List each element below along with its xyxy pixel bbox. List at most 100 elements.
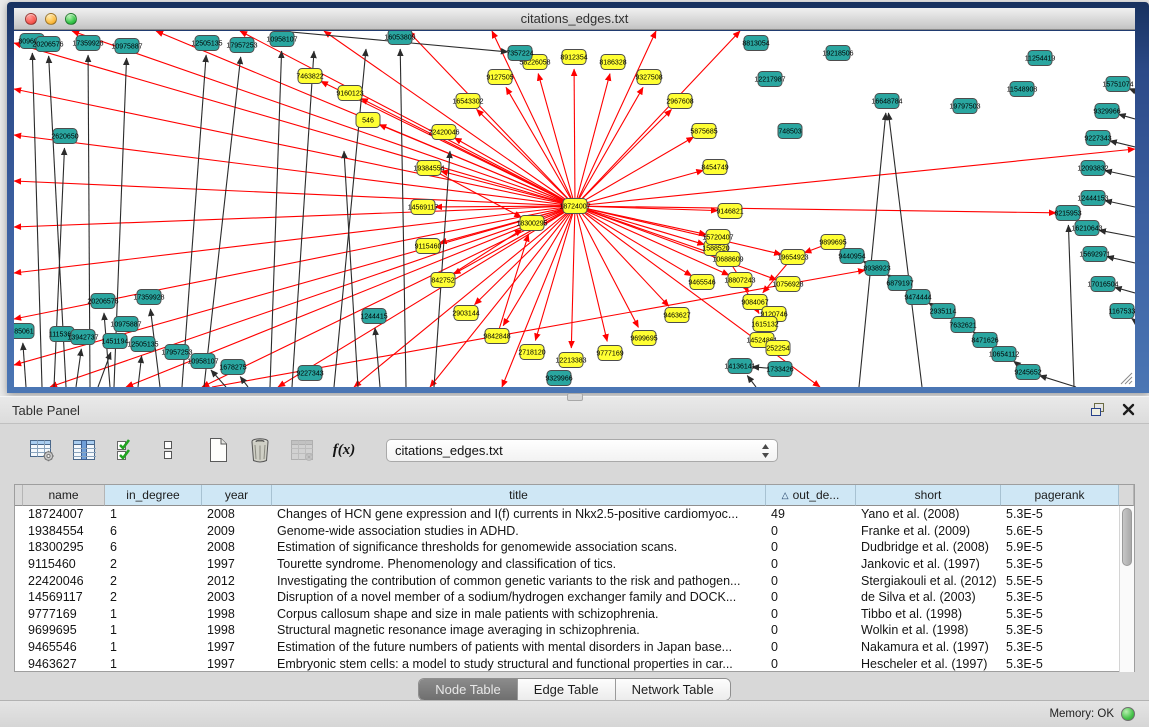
network-node[interactable]: 9146821 bbox=[716, 204, 743, 219]
table-cell[interactable]: 2008 bbox=[202, 507, 272, 521]
panel-divider-grip[interactable] bbox=[567, 393, 583, 401]
network-node[interactable]: 8454749 bbox=[701, 160, 728, 175]
table-cell[interactable]: 5.3E-5 bbox=[1001, 623, 1119, 637]
table-cell[interactable]: 2 bbox=[105, 590, 202, 604]
network-node[interactable]: 12444153 bbox=[1077, 191, 1108, 206]
table-cell[interactable]: Corpus callosum shape and size in male p… bbox=[272, 607, 766, 621]
table-row[interactable]: 911546021997Tourette syndrome. Phenomeno… bbox=[15, 556, 1119, 573]
table-cell[interactable]: 1998 bbox=[202, 623, 272, 637]
network-node[interactable]: 13942737 bbox=[67, 330, 98, 345]
network-node[interactable]: 1678275 bbox=[219, 360, 246, 375]
table-cell[interactable]: 5.3E-5 bbox=[1001, 590, 1119, 604]
network-node[interactable]: 18724007 bbox=[559, 199, 590, 214]
table-row[interactable]: 1872400712008Changes of HCN gene express… bbox=[15, 506, 1119, 523]
column-header-year[interactable]: year bbox=[202, 485, 272, 506]
column-header-pagerank[interactable]: pagerank bbox=[1001, 485, 1119, 506]
table-cell[interactable]: Estimation of the future numbers of pati… bbox=[272, 640, 766, 654]
table-cell[interactable]: 14569117 bbox=[23, 590, 105, 604]
network-node[interactable]: 10756928 bbox=[772, 277, 803, 292]
network-node[interactable]: 6879197 bbox=[886, 276, 913, 291]
memory-status-indicator[interactable] bbox=[1121, 707, 1135, 721]
table-cell[interactable]: Disruption of a novel member of a sodium… bbox=[272, 590, 766, 604]
network-node[interactable]: 9245652 bbox=[1014, 365, 1041, 380]
show-rows-button[interactable] bbox=[154, 436, 182, 464]
network-node[interactable]: 8215953 bbox=[1054, 206, 1081, 221]
network-node[interactable]: 785061 bbox=[14, 324, 34, 339]
table-cell[interactable]: 0 bbox=[766, 557, 856, 571]
network-node[interactable]: 9227343 bbox=[1084, 131, 1111, 146]
table-cell[interactable]: 9463627 bbox=[23, 657, 105, 671]
network-node[interactable]: 15751074 bbox=[1102, 77, 1133, 92]
network-node[interactable]: 8912354 bbox=[560, 50, 587, 65]
column-header-in_degree[interactable]: in_degree bbox=[105, 485, 202, 506]
network-node[interactable]: 18300295 bbox=[516, 216, 547, 231]
select-column-button[interactable] bbox=[70, 436, 98, 464]
network-window-titlebar[interactable]: citations_edges.txt bbox=[14, 8, 1135, 30]
network-node[interactable]: 19218506 bbox=[822, 46, 853, 61]
network-node[interactable]: 16210643 bbox=[1071, 221, 1102, 236]
table-cell[interactable]: 5.9E-5 bbox=[1001, 540, 1119, 554]
network-node[interactable]: 16543302 bbox=[452, 94, 483, 109]
network-node[interactable]: 842752 bbox=[431, 273, 455, 288]
table-cell[interactable]: Jankovic et al. (1997) bbox=[856, 557, 1001, 571]
network-node[interactable]: 2903144 bbox=[452, 306, 479, 321]
network-node[interactable]: 19797503 bbox=[949, 99, 980, 114]
table-cell[interactable]: 9777169 bbox=[23, 607, 105, 621]
network-node[interactable]: 252254 bbox=[766, 341, 790, 356]
table-cell[interactable]: 2 bbox=[105, 574, 202, 588]
close-panel-icon[interactable] bbox=[1122, 403, 1135, 416]
table-cell[interactable]: 5.3E-5 bbox=[1001, 657, 1119, 671]
table-cell[interactable]: 2 bbox=[105, 557, 202, 571]
table-cell[interactable]: 0 bbox=[766, 540, 856, 554]
network-node[interactable]: 10958107 bbox=[266, 32, 297, 47]
table-cell[interactable]: 5.3E-5 bbox=[1001, 557, 1119, 571]
table-cell[interactable]: 5.5E-5 bbox=[1001, 574, 1119, 588]
table-cell[interactable]: Tourette syndrome. Phenomenology and cla… bbox=[272, 557, 766, 571]
table-row[interactable]: 969969511998Structural magnetic resonanc… bbox=[15, 622, 1119, 639]
table-cell[interactable]: 1997 bbox=[202, 640, 272, 654]
table-cell[interactable]: 19384554 bbox=[23, 524, 105, 538]
table-cell[interactable]: 9699695 bbox=[23, 623, 105, 637]
network-node[interactable]: 10975887 bbox=[110, 317, 141, 332]
table-cell[interactable]: 5.6E-5 bbox=[1001, 524, 1119, 538]
table-cell[interactable]: Genome-wide association studies in ADHD. bbox=[272, 524, 766, 538]
table-cell[interactable]: 1 bbox=[105, 640, 202, 654]
network-node[interactable]: 1451194 bbox=[102, 334, 129, 349]
table-cell[interactable]: Wolkin et al. (1998) bbox=[856, 623, 1001, 637]
network-node[interactable]: 8186328 bbox=[599, 55, 626, 70]
table-cell[interactable]: 9465546 bbox=[23, 640, 105, 654]
table-cell[interactable]: 1997 bbox=[202, 657, 272, 671]
table-row[interactable]: 946554611997Estimation of the future num… bbox=[15, 639, 1119, 656]
table-scrollbar[interactable] bbox=[1119, 506, 1134, 672]
column-header-short[interactable]: short bbox=[856, 485, 1001, 506]
network-node[interactable]: 9327508 bbox=[635, 70, 662, 85]
network-node[interactable]: 15692971 bbox=[1079, 247, 1110, 262]
table-row[interactable]: 1456911722003Disruption of a novel membe… bbox=[15, 589, 1119, 606]
table-cell[interactable]: 18300295 bbox=[23, 540, 105, 554]
table-scrollbar-thumb[interactable] bbox=[1122, 508, 1132, 566]
new-table-button[interactable] bbox=[204, 436, 232, 464]
table-cell[interactable]: Yano et al. (2008) bbox=[856, 507, 1001, 521]
table-cell[interactable]: 5.3E-5 bbox=[1001, 507, 1119, 521]
network-node[interactable]: 12217987 bbox=[754, 72, 785, 87]
network-node[interactable]: 9777169 bbox=[596, 346, 623, 361]
network-node[interactable]: 2718120 bbox=[518, 345, 545, 360]
table-cell[interactable]: 1 bbox=[105, 623, 202, 637]
network-node[interactable]: 19384554 bbox=[413, 161, 444, 176]
table-cell[interactable]: 0 bbox=[766, 640, 856, 654]
network-node[interactable]: 8938923 bbox=[863, 261, 890, 276]
table-cell[interactable]: Changes of HCN gene expression and I(f) … bbox=[272, 507, 766, 521]
table-row[interactable]: 2242004622012Investigating the contribut… bbox=[15, 572, 1119, 589]
table-cell[interactable]: 18724007 bbox=[23, 507, 105, 521]
network-node[interactable]: 12093832 bbox=[1077, 161, 1108, 176]
network-node[interactable]: 10958107 bbox=[187, 354, 218, 369]
network-node[interactable]: 12213383 bbox=[555, 353, 586, 368]
table-row[interactable]: 946362711997Embryonic stem cells: a mode… bbox=[15, 655, 1119, 672]
delete-table-button[interactable] bbox=[246, 436, 274, 464]
table-cell[interactable]: Nakamura et al. (1997) bbox=[856, 640, 1001, 654]
table-cell[interactable]: 0 bbox=[766, 524, 856, 538]
network-node[interactable]: 9842848 bbox=[483, 329, 510, 344]
table-cell[interactable]: 2012 bbox=[202, 574, 272, 588]
network-node[interactable]: 15720407 bbox=[702, 230, 733, 245]
network-canvas[interactable]: 1872400791468211588520946554694636279699… bbox=[14, 31, 1135, 387]
